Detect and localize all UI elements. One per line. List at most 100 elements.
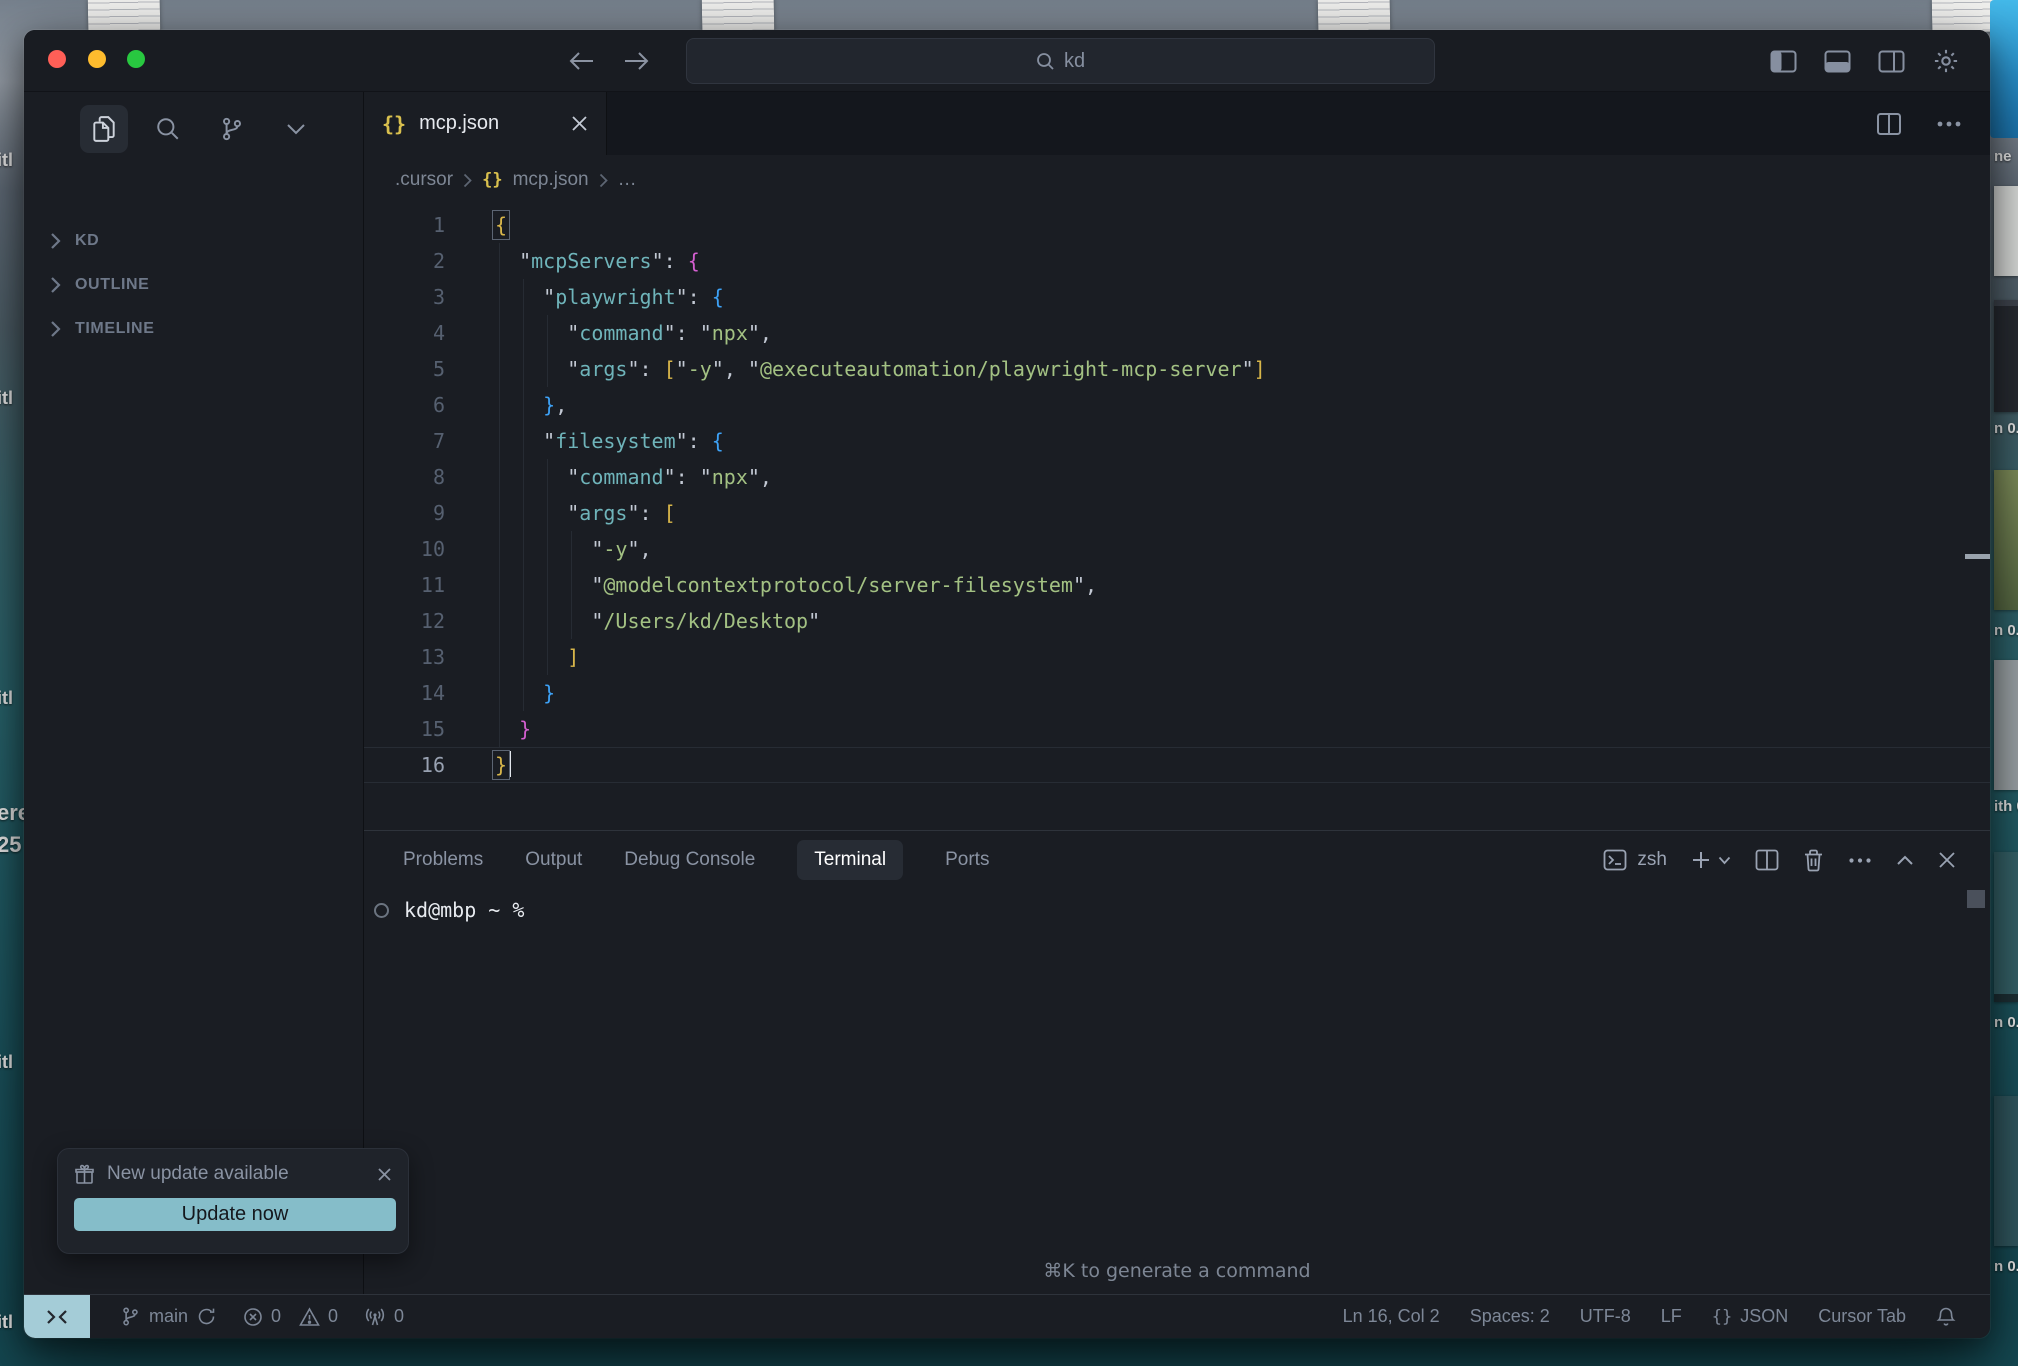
section-label: TIMELINE: [75, 320, 154, 338]
desktop: { "titlebar": { "search_value": "kd" }, …: [0, 0, 2018, 1366]
encoding-status[interactable]: UTF-8: [1580, 1306, 1631, 1327]
code-line-7[interactable]: 7 "filesystem": {: [364, 423, 1990, 459]
editor-scrollbar-thumb[interactable]: [1965, 554, 1990, 559]
code-line-8[interactable]: 8 "command": "npx",: [364, 459, 1990, 495]
code-line-14[interactable]: 14 }: [364, 675, 1990, 711]
breadcrumb-folder[interactable]: .cursor: [395, 169, 453, 191]
ports-status[interactable]: 0: [364, 1306, 404, 1327]
sync-icon[interactable]: [196, 1306, 217, 1327]
shell-selector[interactable]: zsh: [1603, 849, 1667, 871]
back-icon[interactable]: [569, 50, 595, 72]
desktop-file-label: itl: [0, 388, 24, 409]
explorer-icon[interactable]: [80, 105, 128, 153]
tab-terminal[interactable]: Terminal: [797, 840, 903, 880]
search-icon[interactable]: [144, 105, 192, 153]
maximize-panel-icon[interactable]: [1896, 855, 1914, 866]
close-panel-icon[interactable]: [1938, 851, 1956, 869]
breadcrumb-file[interactable]: mcp.json: [513, 169, 589, 191]
desktop-thumbnail[interactable]: [1994, 852, 2018, 1002]
desktop-document-icon[interactable]: [88, 0, 161, 33]
source-control-icon[interactable]: [208, 105, 256, 153]
code-line-4[interactable]: 4 "command": "npx",: [364, 315, 1990, 351]
branch-name: main: [149, 1306, 188, 1327]
code-line-6[interactable]: 6 },: [364, 387, 1990, 423]
line-text: "command": "npx",: [445, 315, 772, 351]
desktop-file-label: itl: [0, 1312, 24, 1333]
code-line-10[interactable]: 10 "-y",: [364, 531, 1990, 567]
close-notification-icon[interactable]: [377, 1167, 392, 1182]
language-status[interactable]: {} JSON: [1712, 1306, 1789, 1327]
kill-terminal-icon[interactable]: [1803, 849, 1824, 872]
tab-debug-console[interactable]: Debug Console: [624, 849, 755, 871]
code-line-2[interactable]: 2 "mcpServers": {: [364, 243, 1990, 279]
sidebar-item-timeline[interactable]: TIMELINE: [50, 320, 154, 338]
branch-icon: [120, 1306, 141, 1327]
code-line-16[interactable]: 16}: [364, 747, 1990, 783]
more-actions-icon[interactable]: [1848, 857, 1872, 864]
notifications-bell-icon[interactable]: [1936, 1306, 1956, 1327]
line-number: 7: [364, 423, 445, 459]
cursor-position-status[interactable]: Ln 16, Col 2: [1343, 1306, 1440, 1327]
terminal-prompt: kd@mbp ~ %: [404, 895, 524, 925]
chevron-down-icon[interactable]: [272, 105, 320, 153]
breadcrumb-more[interactable]: …: [618, 169, 637, 191]
toggle-primary-sidebar-icon[interactable]: [1770, 50, 1797, 73]
tab-bar: {} mcp.json: [364, 92, 1990, 155]
sidebar-item-outline[interactable]: OUTLINE: [50, 276, 149, 294]
tab-output[interactable]: Output: [525, 849, 582, 871]
desktop-file-label: n 0...: [1994, 1014, 2018, 1031]
desktop-document-icon[interactable]: [702, 0, 775, 33]
code-line-13[interactable]: 13 ]: [364, 639, 1990, 675]
code-line-12[interactable]: 12 "/Users/kd/Desktop": [364, 603, 1990, 639]
tab-ports[interactable]: Ports: [945, 849, 989, 871]
warning-count: 0: [328, 1306, 338, 1327]
code-line-5[interactable]: 5 "args": ["-y", "@executeautomation/pla…: [364, 351, 1990, 387]
line-number: 15: [364, 711, 445, 747]
minimize-window-button[interactable]: [88, 50, 106, 68]
command-center-search[interactable]: kd: [686, 38, 1435, 84]
zoom-window-button[interactable]: [127, 50, 145, 68]
more-actions-icon[interactable]: [1936, 120, 1962, 128]
tab-mcp-json[interactable]: {} mcp.json: [364, 92, 607, 155]
toggle-panel-icon[interactable]: [1824, 50, 1851, 73]
terminal-prompt-line[interactable]: kd@mbp ~ %: [374, 895, 524, 925]
desktop-thumbnail[interactable]: [1994, 300, 2018, 412]
forward-icon[interactable]: [623, 50, 649, 72]
code-line-3[interactable]: 3 "playwright": {: [364, 279, 1990, 315]
settings-gear-icon[interactable]: [1932, 47, 1960, 75]
split-terminal-icon[interactable]: [1755, 849, 1779, 871]
code-line-15[interactable]: 15 }: [364, 711, 1990, 747]
code-line-11[interactable]: 11 "@modelcontextprotocol/server-filesys…: [364, 567, 1990, 603]
cursor-tab-status[interactable]: Cursor Tab: [1818, 1306, 1906, 1327]
desktop-thumbnail[interactable]: [1994, 470, 2018, 610]
new-terminal-button[interactable]: [1691, 850, 1731, 870]
git-branch-status[interactable]: main: [120, 1306, 217, 1327]
terminal-scrollbar-thumb[interactable]: [1967, 890, 1985, 908]
desktop-document-icon[interactable]: [1318, 0, 1391, 33]
errors-icon: [243, 1307, 263, 1327]
tab-problems[interactable]: Problems: [403, 849, 483, 871]
line-text: },: [445, 387, 567, 423]
gift-icon: [74, 1164, 95, 1185]
line-text: "-y",: [445, 531, 652, 567]
titlebar[interactable]: kd: [24, 30, 1990, 92]
notification-title: New update available: [107, 1163, 289, 1185]
update-now-button[interactable]: Update now: [74, 1198, 396, 1231]
breadcrumb[interactable]: .cursor {} mcp.json …: [364, 155, 1990, 205]
split-editor-icon[interactable]: [1876, 112, 1902, 136]
sidebar-item-kd[interactable]: KD: [50, 232, 99, 250]
close-tab-icon[interactable]: [571, 115, 588, 132]
eol-status[interactable]: LF: [1661, 1306, 1682, 1327]
problems-status[interactable]: 0 0: [243, 1306, 338, 1327]
desktop-file-label: 25: [0, 832, 24, 858]
desktop-thumbnail[interactable]: [1994, 186, 2018, 276]
remote-indicator[interactable]: [24, 1295, 90, 1338]
desktop-thumbnail[interactable]: [1994, 660, 2018, 790]
desktop-thumbnail[interactable]: [1994, 1096, 2018, 1246]
indentation-status[interactable]: Spaces: 2: [1470, 1306, 1550, 1327]
code-line-1[interactable]: 1{: [364, 207, 1990, 243]
close-window-button[interactable]: [48, 50, 66, 68]
code-line-9[interactable]: 9 "args": [: [364, 495, 1990, 531]
code-editor[interactable]: 1{2 "mcpServers": {3 "playwright": {4 "c…: [364, 205, 1990, 830]
toggle-secondary-sidebar-icon[interactable]: [1878, 50, 1905, 73]
